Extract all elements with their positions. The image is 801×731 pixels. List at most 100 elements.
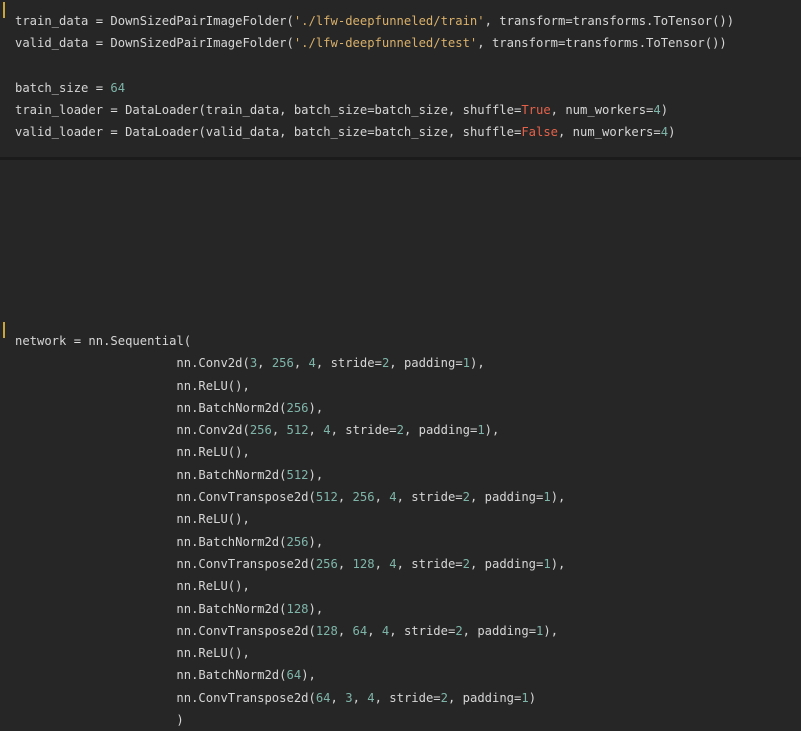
code-token-ident: , [374,490,390,505]
code-cell-data-loading[interactable]: train_data = DownSizedPairImageFolder('.… [0,0,801,157]
code-editor[interactable]: train_data = DownSizedPairImageFolder('.… [15,10,734,144]
code-token-ident: nn.Conv2d( [15,356,250,371]
code-token-ident: nn.ConvTranspose2d( [15,490,316,505]
code-token-ident: nn.Conv2d( [15,423,250,438]
code-token-ident: train_loader [15,103,104,118]
code-token-ident: nn.Sequential( [88,334,192,348]
code-token-ident: ), [308,534,324,549]
code-token-op: = [88,14,111,28]
code-token-op: = [103,125,126,140]
code-line: nn.Conv2d(3, 256, 4, stride=2, padding=1… [15,352,565,374]
code-line: valid_loader = DataLoader(valid_data, ba… [15,121,734,143]
code-line: nn.ReLU(), [15,642,565,664]
code-line: batch_size = 64 [15,77,734,99]
code-token-ident: , [308,423,324,438]
code-token-op: = [88,36,111,51]
code-token-ident: nn.BatchNorm2d( [15,668,287,683]
code-line: nn.ReLU(), [15,375,565,397]
code-token-ident: nn.BatchNorm2d( [15,400,287,415]
code-line: nn.ReLU(), [15,508,565,530]
code-token-num: 4 [389,490,397,505]
code-token-num: 128 [315,623,338,638]
code-token-ident: , padding= [389,356,463,371]
code-line: nn.BatchNorm2d(128), [15,598,565,620]
code-line: ) [15,709,565,731]
code-token-num: 128 [352,556,375,571]
code-line: nn.ConvTranspose2d(128, 64, 4, stride=2,… [15,620,565,642]
code-token-ident: , padding= [403,423,478,438]
code-token-num: 1 [536,623,544,638]
code-line: nn.Conv2d(256, 512, 4, stride=2, padding… [15,419,565,441]
code-token-ident: DownSizedPairImageFolder( [110,14,294,28]
code-token-ident: ) [15,713,184,728]
code-token-ident: ), [308,467,324,482]
code-line: train_data = DownSizedPairImageFolder('.… [15,10,734,32]
code-token-num: 1 [462,356,470,371]
code-token-ident: , [352,690,368,705]
code-token-num: 2 [440,690,448,705]
code-token-num: 1 [543,556,551,571]
code-token-kw: True [521,103,551,118]
code-token-ident: nn.ReLU(), [15,646,250,661]
code-line: train_loader = DataLoader(train_data, ba… [15,99,734,121]
code-token-ident: , padding= [462,623,537,638]
code-token-ident: ), [550,490,566,505]
code-token-ident: ), [484,423,500,438]
code-token-ident: , [337,556,353,571]
code-token-ident: nn.ConvTranspose2d( [15,623,316,638]
code-token-ident: , [330,690,346,705]
code-token-ident: , stride= [330,423,397,438]
code-line: valid_data = DownSizedPairImageFolder('.… [15,32,734,54]
code-token-num: 4 [367,690,375,705]
code-cell-network-definition[interactable]: network = nn.Sequential( nn.Conv2d(3, 25… [0,160,801,727]
code-token-ident: valid_loader [15,125,104,140]
code-token-ident: , padding= [469,556,544,571]
code-token-num: 1 [477,423,485,438]
code-token-num: 256 [315,556,338,571]
code-token-num: 64 [352,623,368,638]
code-token-ident: DataLoader(train_data, batch_size=batch_… [125,103,522,118]
code-token-op: = [66,334,89,348]
code-token-ident: , [374,556,390,571]
code-token-str: './lfw-deepfunneled/train' [293,14,485,28]
code-line: nn.BatchNorm2d(256), [15,531,565,553]
code-token-ident: ), [301,668,316,683]
code-token-num: 64 [315,690,331,705]
code-token-num: 3 [345,690,353,705]
code-token-num: 256 [249,423,272,438]
code-token-ident: , [271,423,287,438]
code-editor[interactable]: network = nn.Sequential( nn.Conv2d(3, 25… [15,330,565,731]
cell-active-marker [3,322,5,338]
code-token-ident: , [337,623,353,638]
code-token-ident: , stride= [315,356,382,371]
code-token-num: 4 [660,125,669,140]
code-token-ident: , [293,356,309,371]
code-line: nn.BatchNorm2d(256), [15,397,565,419]
code-token-num: 64 [286,668,302,683]
code-token-ident: network [15,334,67,348]
code-token-ident: ) [660,103,669,118]
code-line: network = nn.Sequential( [15,330,565,352]
code-token-num: 512 [315,490,338,505]
code-token-num: 256 [286,400,309,415]
code-token-num: 4 [381,623,390,638]
code-token-ident: , padding= [469,490,544,505]
code-token-ident: , num_workers= [550,103,654,118]
code-line: nn.BatchNorm2d(64), [15,664,565,686]
code-line: nn.ReLU(), [15,575,565,597]
code-token-ident: ), [550,556,566,571]
code-line: nn.ConvTranspose2d(64, 3, 4, stride=2, p… [15,687,565,709]
code-token-ident: nn.ConvTranspose2d( [15,556,316,571]
code-token-ident: ) [668,125,676,140]
code-line: nn.ConvTranspose2d(512, 256, 4, stride=2… [15,486,565,508]
code-token-num: 64 [110,80,126,95]
code-token-num: 4 [389,556,397,571]
code-token-ident: nn.ReLU(), [15,512,250,527]
code-token-num: 256 [271,356,294,371]
code-token-ident: ) [528,690,537,705]
code-token-num: 256 [286,534,309,549]
code-token-ident: valid_data [15,36,89,51]
code-token-ident: , stride= [396,556,463,571]
code-token-ident: , transform=transforms.ToTensor()) [477,36,727,51]
